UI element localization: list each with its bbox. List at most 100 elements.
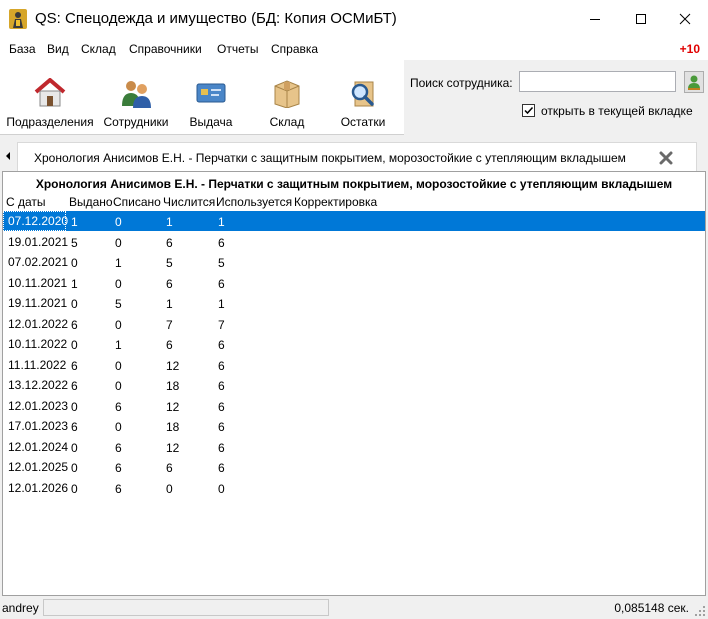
menu-otchety[interactable]: Отчеты	[217, 42, 258, 56]
cell-in-use: 6	[218, 420, 225, 434]
cell-date: 10.11.2022	[8, 337, 68, 351]
cell-in-use: 5	[218, 256, 225, 270]
menu-baza[interactable]: База	[9, 42, 36, 56]
maximize-button[interactable]	[618, 0, 664, 38]
status-bar: andrey 0,085148 сек.	[0, 598, 708, 619]
close-window-button[interactable]	[662, 0, 708, 38]
table-row[interactable]: 10.11.2022 0 1 6 6	[3, 334, 705, 354]
cell-in-use: 1	[218, 215, 225, 229]
cell-written-off: 6	[115, 440, 122, 455]
toolbar-button-vydacha[interactable]: Выдача	[176, 60, 246, 134]
cell-date: 12.01.2026	[8, 480, 69, 495]
toolbar-button-ostatki[interactable]: Остатки	[328, 60, 398, 134]
status-user: andrey	[2, 601, 39, 615]
person-search-icon	[688, 75, 700, 90]
house-icon	[34, 78, 66, 107]
cell-written-off: 5	[115, 297, 122, 311]
close-tab-icon[interactable]	[659, 151, 673, 165]
status-progress-box	[43, 599, 329, 616]
chronology-panel: Хронология Анисимов Е.Н. - Перчатки с за…	[2, 171, 706, 596]
open-in-current-tab-label[interactable]: открыть в текущей вкладке	[541, 104, 693, 118]
table-row[interactable]: 10.11.2021 1 0 6 6	[3, 273, 705, 293]
menu-vid[interactable]: Вид	[47, 42, 69, 56]
cell-date: 10.11.2021	[8, 275, 68, 290]
cell-issued: 0	[71, 399, 78, 414]
resize-grip-icon[interactable]	[695, 606, 706, 617]
cell-on-record: 12	[166, 358, 180, 373]
cell-date: 19.11.2021	[8, 296, 68, 310]
tab-title: Хронология Анисимов Е.Н. - Перчатки с за…	[34, 151, 626, 165]
cell-in-use: 6	[218, 338, 225, 352]
toolbar-buttons-panel: Подразделения Сотрудники Выдача Склад Ос…	[0, 60, 404, 135]
column-header-date[interactable]: С даты	[6, 195, 46, 209]
cell-written-off: 6	[115, 461, 122, 475]
table-row[interactable]: 12.01.2023 0 6 12 6	[3, 396, 705, 416]
cell-issued: 0	[71, 461, 78, 475]
table-row[interactable]: 07.12.2020 1 0 1 1	[3, 211, 705, 231]
cell-on-record: 18	[166, 379, 180, 393]
cell-on-record: 6	[166, 235, 173, 250]
box-icon	[274, 80, 300, 108]
minimize-button[interactable]	[572, 0, 618, 38]
cell-date: 13.12.2022	[8, 378, 69, 392]
cell-in-use: 6	[218, 358, 225, 373]
grid-header: С даты Выдано Списано Числится Используе…	[3, 193, 705, 210]
table-row[interactable]: 19.01.2021 5 0 6 6	[3, 232, 705, 252]
toolbar-label: Выдача	[189, 115, 233, 129]
table-row[interactable]: 19.11.2021 0 5 1 1	[3, 293, 705, 313]
cell-in-use: 6	[218, 235, 225, 250]
table-row[interactable]: 11.11.2022 6 0 12 6	[3, 355, 705, 375]
column-header-in-use[interactable]: Используется	[216, 195, 292, 209]
cell-written-off: 6	[115, 481, 122, 496]
tab-scroll-left-icon[interactable]	[2, 149, 14, 163]
cell-on-record: 6	[166, 461, 173, 475]
table-row[interactable]: 17.01.2023 6 0 18 6	[3, 416, 705, 436]
table-row[interactable]: 12.01.2022 6 0 7 7	[3, 314, 705, 334]
cell-in-use: 6	[218, 379, 225, 393]
cell-in-use: 6	[218, 399, 225, 414]
cell-on-record: 1	[166, 297, 173, 311]
notification-counter[interactable]: +10	[680, 42, 700, 56]
cell-issued: 6	[71, 420, 78, 434]
cell-date: 17.01.2023	[8, 419, 69, 433]
cell-in-use: 1	[218, 297, 225, 311]
table-row[interactable]: 07.02.2021 0 1 5 5	[3, 252, 705, 272]
column-header-correction[interactable]: Корректировка	[294, 195, 377, 209]
toolbar-button-sotrudniki[interactable]: Сотрудники	[98, 60, 174, 134]
cell-on-record: 6	[166, 338, 173, 352]
tab-chronology[interactable]: Хронология Анисимов Е.Н. - Перчатки с за…	[17, 142, 697, 171]
cell-on-record: 12	[166, 440, 180, 455]
magnifier-icon	[351, 81, 374, 107]
cell-date: 19.01.2021	[8, 234, 69, 249]
table-row[interactable]: 12.01.2026 0 6 0 0	[3, 478, 705, 498]
cell-written-off: 0	[115, 235, 122, 250]
cell-in-use: 6	[218, 461, 225, 475]
cell-written-off: 0	[115, 317, 122, 332]
cell-date: 12.01.2023	[8, 398, 69, 413]
cell-on-record: 18	[166, 420, 180, 434]
cell-on-record: 6	[166, 276, 173, 291]
search-employee-button[interactable]	[684, 71, 704, 93]
menu-spravochniki[interactable]: Справочники	[129, 42, 202, 56]
menu-spravka[interactable]: Справка	[271, 42, 318, 56]
cell-date: 11.11.2022	[8, 357, 67, 372]
cell-date: 12.01.2022	[8, 316, 69, 331]
column-header-issued[interactable]: Выдано	[69, 195, 113, 209]
search-employee-input[interactable]	[519, 71, 676, 92]
table-row[interactable]: 12.01.2025 0 6 6 6	[3, 457, 705, 477]
open-in-current-tab-checkbox[interactable]	[522, 104, 535, 117]
cell-on-record: 1	[166, 215, 173, 229]
people-icon	[122, 81, 151, 108]
menu-bar: База Вид Склад Справочники Отчеты Справк…	[0, 38, 708, 60]
cell-date: 07.12.2020	[3, 211, 68, 231]
toolbar-button-sklad[interactable]: Склад	[252, 60, 322, 134]
cell-on-record: 5	[166, 256, 173, 270]
search-employee-label: Поиск сотрудника:	[410, 76, 513, 90]
column-header-on-record[interactable]: Числится	[163, 195, 215, 209]
table-row[interactable]: 13.12.2022 6 0 18 6	[3, 375, 705, 395]
table-row[interactable]: 12.01.2024 0 6 12 6	[3, 437, 705, 457]
toolbar-button-podrazdeleniya[interactable]: Подразделения	[4, 60, 96, 134]
menu-sklad[interactable]: Склад	[81, 42, 116, 56]
toolbar-label: Сотрудники	[103, 115, 169, 129]
column-header-written-off[interactable]: Списано	[113, 195, 161, 209]
